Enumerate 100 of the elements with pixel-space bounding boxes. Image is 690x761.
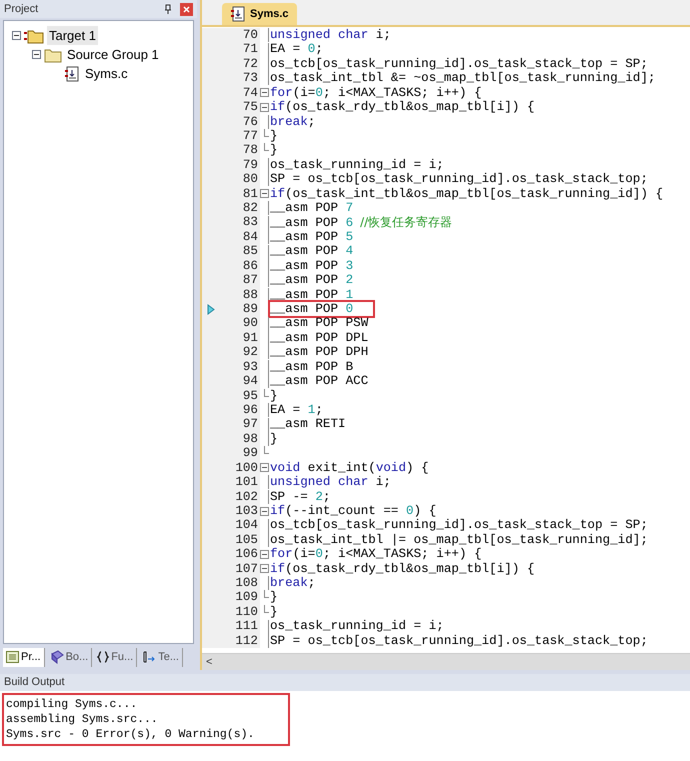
line-number: 96 [242, 402, 258, 418]
line-number: 109 [235, 590, 258, 605]
line-number: 79 [242, 158, 258, 172]
code-line: if(--int_count == 0) { [270, 504, 436, 518]
file-icon [230, 6, 246, 22]
code-line: SP -= 2; [270, 490, 330, 504]
code-line: __asm POP ACC [270, 374, 368, 389]
code-line: __asm RETI [270, 417, 346, 432]
line-number: 77 [242, 128, 258, 144]
panel-title: Build Output [4, 675, 65, 690]
line-number: 81 [242, 186, 258, 202]
code-line: } [270, 143, 278, 158]
collapse-icon[interactable] [32, 50, 41, 59]
line-number: 88 [242, 288, 258, 302]
line-number: 72 [242, 56, 258, 72]
code-line: SP = os_tcb[os_task_running_id].os_task_stack_top; [270, 172, 648, 187]
line-number: 90 [242, 316, 258, 331]
collapse-icon[interactable] [260, 88, 269, 98]
code-line: os_task_running_id = i; [270, 158, 444, 172]
line-number: 80 [242, 172, 258, 187]
output-line: assembling Syms.src... [6, 712, 159, 727]
code-line: } [270, 432, 278, 446]
line-number: 106 [235, 547, 258, 562]
code-line: os_tcb[os_task_running_id].os_task_stack_top = SP; [270, 518, 648, 533]
code-line: break; [270, 114, 316, 129]
collapse-icon[interactable] [12, 31, 21, 40]
books-icon [50, 650, 64, 664]
line-number: 87 [242, 273, 258, 288]
collapse-icon[interactable] [260, 550, 269, 559]
line-number: 108 [235, 576, 258, 590]
line-number: 73 [242, 71, 258, 86]
line-number: 100 [235, 460, 258, 476]
collapse-icon[interactable] [260, 102, 269, 112]
code-line: __asm POP 0 [270, 302, 374, 316]
code-line: __asm POP 5 [270, 230, 354, 244]
tree-item[interactable]: Source Group 1 [65, 44, 161, 64]
scroll-left-arrow[interactable]: < [202, 654, 216, 670]
code-line: os_task_int_tbl |= os_map_tbl[os_task_running_id]; [270, 532, 648, 548]
line-number: 84 [242, 230, 258, 244]
line-number: 70 [242, 28, 258, 42]
collapse-icon[interactable] [260, 506, 269, 516]
line-number: 111 [235, 619, 258, 634]
panel-tab[interactable]: Pr... [3, 648, 45, 666]
collapse-icon[interactable] [260, 463, 269, 472]
line-number: 74 [242, 86, 258, 100]
code-line: void exit_int(void) { [270, 460, 429, 476]
code-line: EA = 0; [270, 42, 323, 57]
line-number: 89 [242, 302, 258, 316]
line-number: 110 [235, 604, 258, 620]
collapse-icon[interactable] [260, 189, 269, 198]
code-line: SP = os_tcb[os_task_running_id].os_task_stack_top; [270, 634, 648, 648]
line-number: 85 [242, 244, 258, 259]
line-number: 101 [235, 475, 258, 490]
close-icon[interactable] [180, 2, 193, 16]
code-line: __asm POP B [270, 360, 354, 374]
code-line: __asm POP 7 [270, 201, 354, 216]
line-number: 103 [235, 504, 258, 518]
line-number: 82 [242, 201, 258, 216]
file-tab[interactable]: Syms.c [222, 3, 297, 25]
collapse-icon[interactable] [260, 564, 269, 574]
tree-item[interactable]: Target 1 [47, 26, 98, 46]
code-line: EA = 1; [270, 402, 323, 418]
pin-icon[interactable] [164, 4, 172, 14]
code-line: for(i=0; i<MAX_TASKS; i++) { [270, 86, 482, 100]
line-number: 93 [242, 360, 258, 374]
code-line: } [270, 388, 278, 403]
line-number: 98 [242, 432, 258, 446]
panel-tab[interactable]: Fu... [94, 648, 138, 666]
code-line: __asm POP 4 [270, 244, 354, 259]
code-editor[interactable] [202, 25, 690, 670]
horizontal-scrollbar[interactable]: < [202, 653, 690, 670]
line-number: 71 [242, 42, 258, 57]
line-number: 102 [235, 490, 258, 504]
braces-icon [97, 651, 110, 663]
window-icon [6, 651, 19, 663]
line-number: 86 [242, 258, 258, 274]
line-number: 92 [242, 345, 258, 360]
code-line: if(os_task_rdy_tbl&os_map_tbl[i]) { [270, 100, 535, 115]
code-line: unsigned char i; [270, 475, 391, 490]
code-line: break; [270, 576, 316, 590]
line-number: 91 [242, 330, 258, 346]
code-line: os_task_running_id = i; [270, 619, 444, 634]
output-line: compiling Syms.c... [6, 697, 138, 712]
fold-end-icon [264, 388, 269, 397]
output-line: Syms.src - 0 Error(s), 0 Warning(s). [6, 727, 256, 742]
line-number: 112 [235, 634, 258, 648]
code-line: __asm POP 2 [270, 273, 354, 288]
code-line: __asm POP PSW [270, 316, 368, 331]
line-number: 104 [235, 518, 258, 533]
panel-title: Project [4, 2, 40, 17]
code-line: __asm POP 6 //恢复任务寄存器 [270, 215, 452, 230]
folder-icon [24, 28, 44, 44]
template-icon [142, 651, 156, 663]
tree-item[interactable]: Syms.c [83, 64, 130, 84]
line-number: 107 [235, 562, 258, 576]
line-number: 83 [242, 215, 258, 230]
file-icon [64, 66, 80, 82]
code-line: os_task_int_tbl &= ~os_map_tbl[os_task_running_id]; [270, 71, 656, 86]
code-line: if(os_task_rdy_tbl&os_map_tbl[i]) { [270, 562, 535, 576]
line-number: 97 [242, 417, 258, 432]
